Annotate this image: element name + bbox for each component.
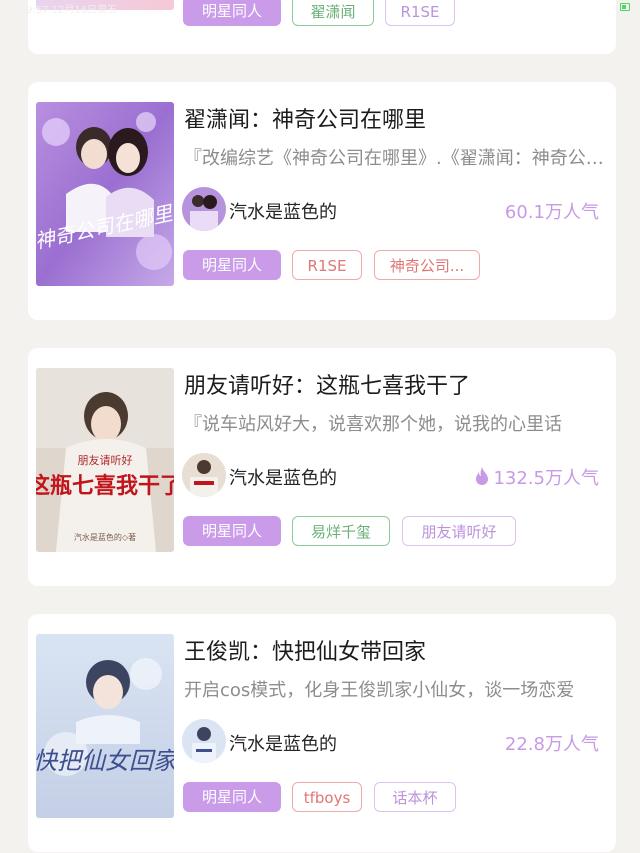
tag-chip[interactable]: R1SE xyxy=(292,250,362,280)
cover-title: 这瓶七喜我干了 xyxy=(36,473,174,499)
book-description: 『改编综艺《神奇公司在哪里》.《翟潇闻：神奇公司在哪里》 xyxy=(184,148,604,169)
tag-chip[interactable]: tfboys xyxy=(292,782,362,812)
popularity-count: 60.1万人气 xyxy=(504,202,599,223)
book-title[interactable]: 翟潇闻：神奇公司在哪里 xyxy=(184,102,604,134)
avatar[interactable] xyxy=(182,719,226,763)
tag-chip[interactable]: 明星同人 xyxy=(183,516,281,546)
status-time: 上午9:57 12月16日周五 xyxy=(6,5,118,16)
book-cover[interactable]: 神奇公司在哪里 xyxy=(36,102,174,286)
tag-chip[interactable]: 神奇公司... xyxy=(374,250,480,280)
avatar[interactable] xyxy=(182,453,226,497)
author-name[interactable]: 汽水是蓝色的 xyxy=(229,198,337,224)
tag-chip[interactable]: 朋友请听好 xyxy=(402,516,516,546)
book-card[interactable]: 朋友请听好 这瓶七喜我干了 汽水是蓝色的◇著 朋友请听好：这瓶七喜我干了 『说车… xyxy=(28,348,616,586)
book-card[interactable]: 神奇公司在哪里 翟潇闻：神奇公司在哪里 『改编综艺《神奇公司在哪里》.《翟潇闻：… xyxy=(28,82,616,320)
author-name[interactable]: 汽水是蓝色的 xyxy=(229,464,337,490)
cover-subtitle: 朋友请听好 xyxy=(78,453,133,467)
flame-icon xyxy=(474,466,490,491)
cover-author: 汽水是蓝色的◇著 xyxy=(74,532,136,542)
book-title[interactable]: 王俊凯：快把仙女带回家 xyxy=(184,634,604,666)
book-cover[interactable]: 朋友请听好 这瓶七喜我干了 汽水是蓝色的◇著 xyxy=(36,368,174,552)
book-title[interactable]: 朋友请听好：这瓶七喜我干了 xyxy=(184,368,604,400)
tag-chip[interactable]: 明星同人 xyxy=(183,250,281,280)
cover-title: 快把仙女回家 xyxy=(36,747,174,775)
avatar[interactable] xyxy=(182,187,226,231)
battery-icon xyxy=(620,3,630,11)
book-description: 开启cos模式，化身王俊凯家小仙女，谈一场恋爱 xyxy=(184,680,575,701)
author-name[interactable]: 汽水是蓝色的 xyxy=(229,730,337,756)
status-bar: 上午9:57 12月16日周五 xyxy=(0,0,640,16)
tag-chip[interactable]: 话本杯 xyxy=(374,782,456,812)
tag-chip[interactable]: 明星同人 xyxy=(183,782,281,812)
tag-chip[interactable]: 易烊千玺 xyxy=(292,516,390,546)
book-description: 『说车站风好大，说喜欢那个她，说我的心里话 xyxy=(184,414,562,435)
popularity-count: 132.5万人气 xyxy=(474,464,599,491)
book-cover[interactable]: 快把仙女回家 xyxy=(36,634,174,818)
popularity-count: 22.8万人气 xyxy=(504,734,599,755)
book-card[interactable]: 快把仙女回家 王俊凯：快把仙女带回家 开启cos模式，化身王俊凯家小仙女，谈一场… xyxy=(28,614,616,852)
